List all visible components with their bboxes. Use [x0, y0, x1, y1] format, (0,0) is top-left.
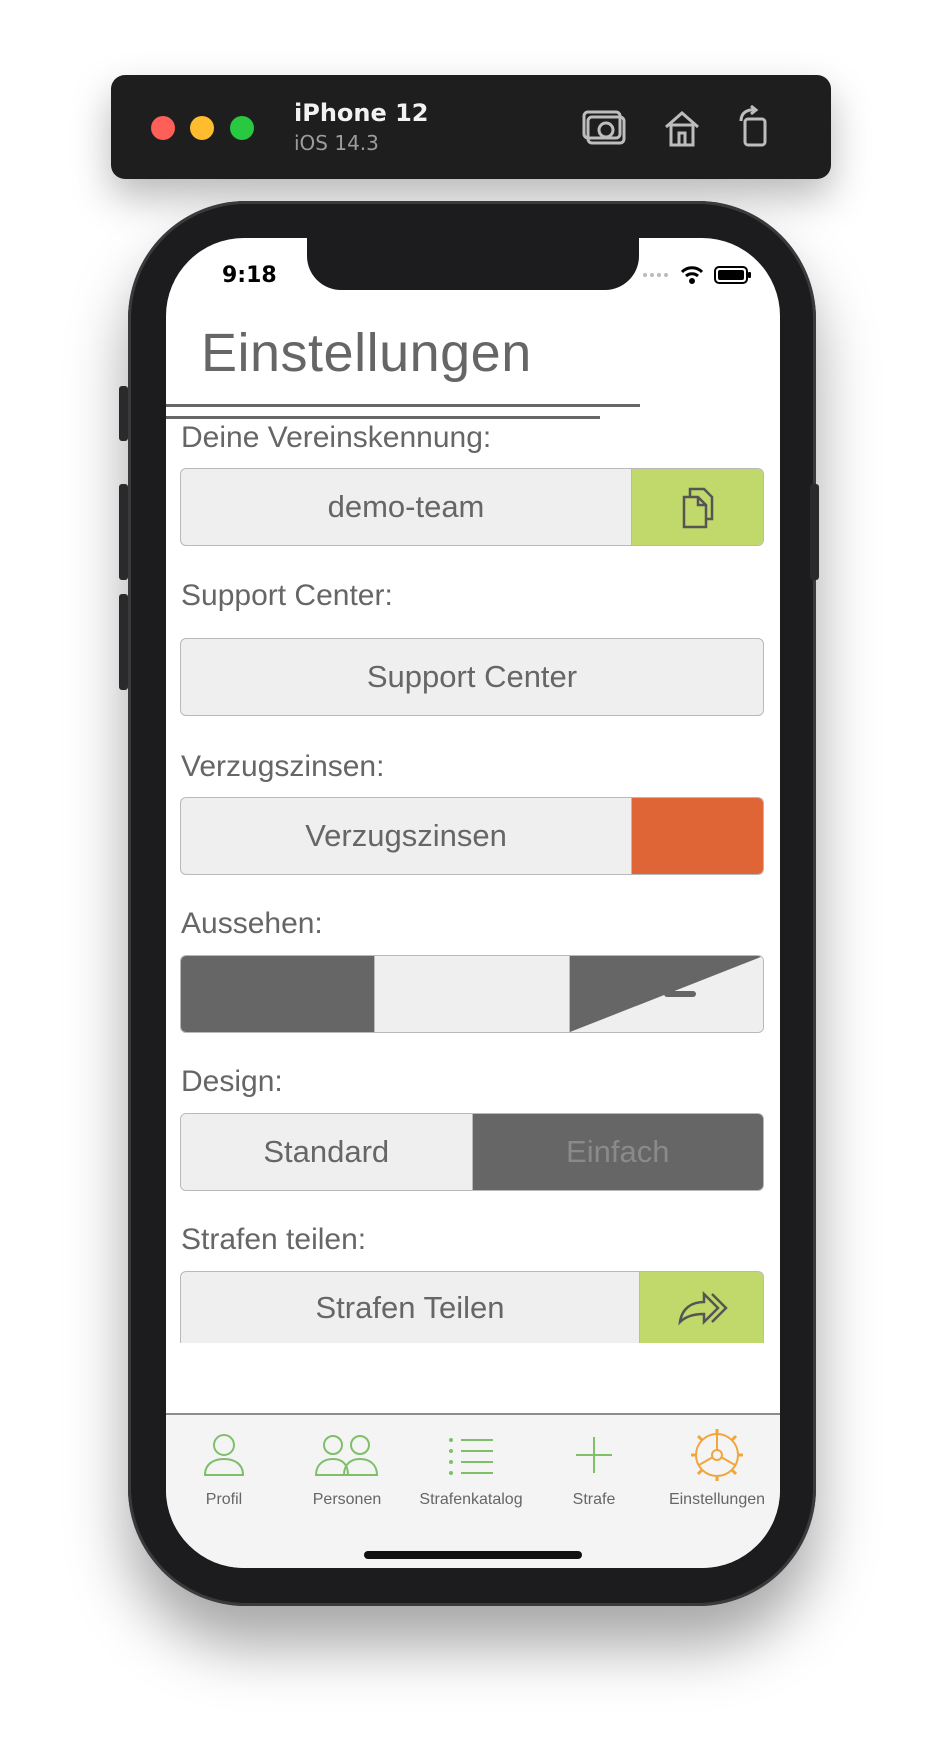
- design-simple-option[interactable]: Einfach: [471, 1114, 763, 1190]
- late-interest-button-label: Verzugszinsen: [305, 818, 507, 853]
- tab-strafenkatalog[interactable]: Strafenkatalog: [411, 1427, 531, 1509]
- title-underline: [166, 416, 600, 419]
- tab-label: Strafe: [572, 1491, 616, 1508]
- tab-label: Einstellungen: [668, 1491, 766, 1508]
- title-underline: [166, 404, 640, 407]
- support-label: Support Center:: [181, 579, 393, 612]
- app-screen: 9:18 Einstellungen Deine Vereinskennung:…: [166, 238, 780, 1568]
- copy-button[interactable]: [631, 469, 763, 545]
- appearance-dark-option[interactable]: [181, 956, 375, 1032]
- share-fines-button-label: Strafen Teilen: [315, 1289, 505, 1325]
- tab-personen[interactable]: Personen: [287, 1427, 407, 1509]
- minimize-window-button[interactable]: [190, 116, 214, 140]
- appearance-system-option[interactable]: [568, 956, 763, 1032]
- system-appearance-marker: [663, 991, 696, 997]
- share-icon: [677, 1290, 728, 1326]
- design-selector: Standard Einfach: [180, 1113, 764, 1191]
- late-interest-status-indicator[interactable]: [631, 798, 763, 874]
- close-window-button[interactable]: [151, 116, 175, 140]
- copy-icon: [682, 487, 713, 529]
- home-indicator: [364, 1551, 582, 1559]
- plus-icon: [576, 1437, 612, 1473]
- status-icons: [642, 264, 752, 286]
- design-standard-option[interactable]: Standard: [181, 1114, 472, 1190]
- battery-icon: [714, 266, 751, 284]
- mute-switch: [119, 386, 128, 441]
- club-id-label: Deine Vereinskennung:: [181, 421, 492, 454]
- zoom-window-button[interactable]: [230, 116, 254, 140]
- screenshot-icon[interactable]: [582, 105, 630, 149]
- page-title: Einstellungen: [201, 323, 532, 383]
- person-icon: [203, 1434, 245, 1476]
- appearance-label: Aussehen:: [181, 907, 323, 940]
- support-center-button-label: Support Center: [366, 659, 578, 694]
- simulator-toolbar: iPhone 12 iOS 14.3: [111, 75, 831, 179]
- tab-label: Strafenkatalog: [419, 1491, 523, 1508]
- volume-up-button: [119, 484, 128, 580]
- people-icon: [314, 1435, 379, 1476]
- list-icon: [449, 1438, 493, 1475]
- appearance-light-option[interactable]: [374, 956, 569, 1032]
- tab-label: Profil: [205, 1491, 243, 1508]
- club-id-value: demo-team: [327, 489, 485, 524]
- simulator-device-name: iPhone 12: [294, 99, 429, 127]
- late-interest-label: Verzugszinsen:: [181, 750, 385, 783]
- appearance-selector: [180, 955, 764, 1033]
- late-interest-button[interactable]: Verzugszinsen: [180, 797, 764, 875]
- tab-bar: Profil Personen Strafenkatalog Strafe Ei…: [166, 1413, 780, 1568]
- settings-icon: [691, 1429, 743, 1481]
- cellular-signal-icon: [643, 273, 668, 277]
- rotate-icon[interactable]: [731, 104, 779, 149]
- power-button: [810, 484, 819, 580]
- tab-profil[interactable]: Profil: [166, 1427, 284, 1509]
- notch: [307, 238, 639, 290]
- wifi-icon: [680, 266, 704, 284]
- tab-strafe[interactable]: Strafe: [534, 1427, 654, 1509]
- share-fines-button[interactable]: Strafen Teilen: [180, 1271, 764, 1343]
- volume-down-button: [119, 594, 128, 690]
- home-icon[interactable]: [658, 105, 706, 149]
- share-label: Strafen teilen:: [181, 1223, 367, 1256]
- tab-label: Personen: [312, 1491, 382, 1508]
- share-action[interactable]: [639, 1272, 763, 1343]
- tab-einstellungen[interactable]: Einstellungen: [657, 1427, 777, 1509]
- club-id-field: demo-team: [180, 468, 764, 546]
- support-center-button[interactable]: Support Center: [180, 638, 764, 716]
- simulator-os-version: iOS 14.3: [294, 131, 379, 155]
- status-time: 9:18: [222, 263, 277, 288]
- design-label: Design:: [181, 1065, 283, 1098]
